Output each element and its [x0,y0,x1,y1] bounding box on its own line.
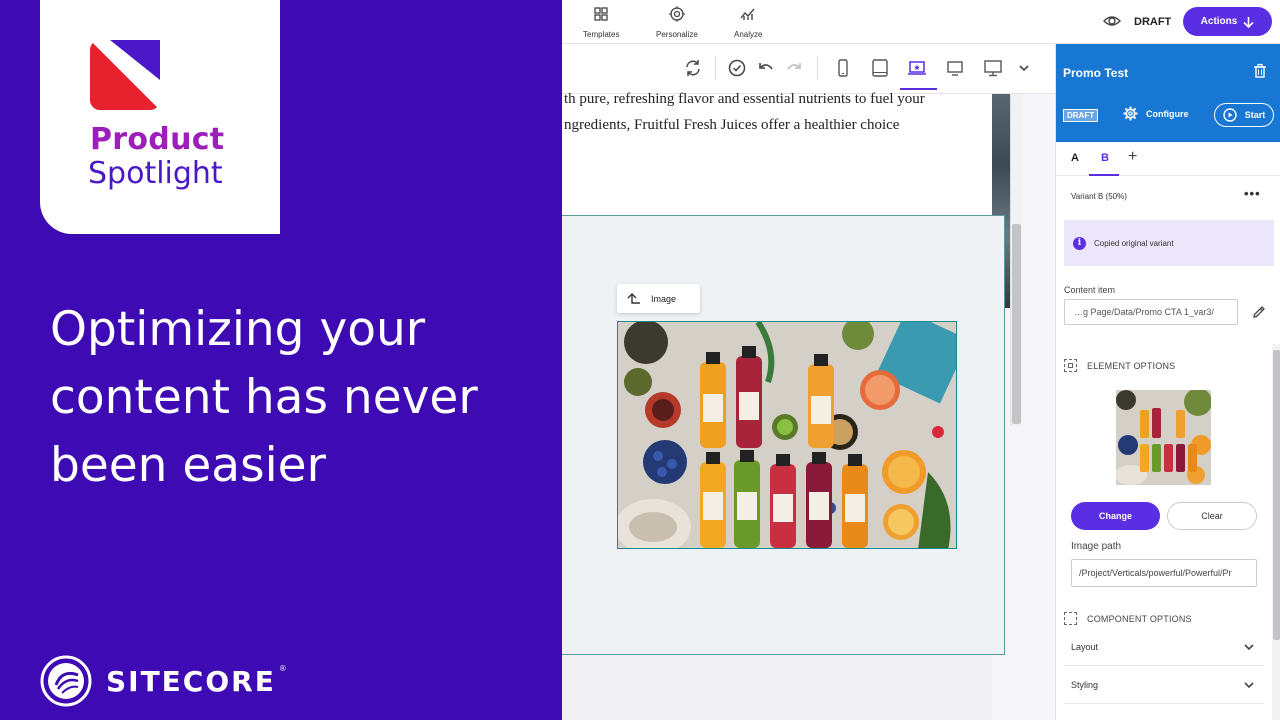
styling-accordion-label: Styling [1071,679,1099,690]
image-chip-label: Image [651,293,677,304]
personalize-icon [668,6,685,22]
page-bottom-area [562,655,992,720]
desktop-device-icon[interactable] [945,58,965,78]
select-parent-arrow-icon [627,292,640,304]
image-thumbnail [1116,390,1211,485]
component-select-icon [1064,612,1077,625]
gear-icon [1123,106,1138,121]
juice-bottles-photo [618,322,956,548]
nav-analyze-label: Analyze [734,30,763,39]
promo-panel: Product Spotlight Optimizing your conten… [0,0,562,720]
mobile-device-icon[interactable] [833,58,853,78]
body-text-line-1: th pure, refreshing flavor and essential… [564,91,925,107]
nav-personalize-label: Personalize [656,30,698,39]
trademark-symbol: ® [279,664,286,673]
toolbar-divider [817,56,818,80]
redo-icon[interactable] [784,58,804,78]
sitecore-wordmark: SITECORE [106,664,276,698]
element-select-icon [1064,359,1077,372]
content-item-field[interactable]: …g Page/Data/Promo CTA 1_var3/ [1064,299,1238,325]
active-tab-indicator [1089,174,1119,176]
toolbar-divider [715,56,716,80]
element-options-label: ELEMENT OPTIONS [1087,360,1176,371]
laptop-device-icon[interactable] [907,58,927,78]
nav-templates-label: Templates [583,30,620,39]
nav-personalize[interactable]: Personalize [656,6,698,39]
preview-eye-icon[interactable] [1103,12,1121,30]
sitecore-logo: SITECORE ® [40,654,286,708]
nav-analyze[interactable]: Analyze [734,6,762,39]
tab-variant-a[interactable]: A [1071,152,1079,164]
configure-button[interactable]: Configure [1123,106,1189,121]
content-item-label: Content item [1064,285,1116,295]
nav-templates[interactable]: Templates [583,6,619,39]
clear-image-button[interactable]: Clear [1167,502,1257,530]
add-variant-button[interactable]: + [1128,148,1137,166]
element-options-header: ELEMENT OPTIONS [1064,359,1175,372]
check-circle-icon[interactable] [727,58,747,78]
component-options-label: COMPONENT OPTIONS [1087,613,1192,624]
canvas-scrollbar-thumb[interactable] [1012,224,1021,424]
sitecore-mark-icon [40,655,92,707]
tablet-device-icon[interactable] [870,58,890,78]
arrow-down-icon [1243,16,1254,28]
panel-title: Promo Test [1063,66,1129,80]
editor-canvas: th pure, refreshing flavor and essential… [562,44,1055,720]
page-status-draft: DRAFT [1134,16,1172,28]
edit-pencil-icon[interactable] [1252,305,1266,319]
sitecore-square-logo-icon [90,40,160,110]
chevron-down-icon[interactable] [1014,58,1034,78]
start-label: Start [1244,110,1266,120]
configure-label: Configure [1146,108,1189,119]
juice-thumbnail-photo [1116,390,1211,485]
chevron-down-icon [1244,643,1254,650]
layout-accordion[interactable]: Layout [1064,628,1264,666]
promo-headline: Optimizing your content has never been e… [50,302,478,493]
body-text-line-2: ngredients, Fruitful Fresh Juices offer … [564,117,900,133]
undo-icon[interactable] [756,58,776,78]
badge-title-product: Product [90,122,225,157]
actions-button[interactable]: Actions [1183,7,1272,36]
large-monitor-icon[interactable] [983,58,1003,78]
image-parent-chip[interactable]: Image [617,284,700,313]
image-path-label: Image path [1071,541,1122,552]
actions-label: Actions [1200,16,1238,27]
start-test-button[interactable]: Start [1214,103,1274,127]
variant-label: Variant B (50%) [1071,192,1127,201]
layout-accordion-label: Layout [1071,641,1099,652]
styling-accordion[interactable]: Styling [1064,666,1264,704]
panel-header: Promo Test DRAFT Configure Start [1056,44,1280,142]
more-options-icon[interactable]: ••• [1244,186,1261,201]
component-options-header: COMPONENT OPTIONS [1064,612,1192,625]
image-path-field[interactable]: /Project/Verticals/powerful/Powerful/Pr [1071,559,1257,587]
properties-panel: Promo Test DRAFT Configure Start A B + V… [1055,44,1280,720]
info-message-text: Copied original variant [1094,238,1174,248]
test-status-badge: DRAFT [1063,109,1099,122]
analyze-icon [740,8,755,20]
tab-variant-b[interactable]: B [1101,152,1109,164]
trash-icon[interactable] [1252,63,1268,79]
info-message: i Copied original variant [1064,220,1274,266]
juice-product-image[interactable] [617,321,957,549]
panel-scrollbar-thumb[interactable] [1273,350,1280,640]
refresh-icon[interactable] [683,58,703,78]
variant-tabs: A B + [1056,142,1280,176]
info-icon: i [1073,236,1086,250]
product-spotlight-badge: Product Spotlight [40,0,280,234]
play-circle-icon [1223,108,1237,122]
chevron-down-icon [1244,681,1254,688]
templates-icon [594,7,608,21]
change-image-button[interactable]: Change [1071,502,1160,530]
badge-title-spotlight: Spotlight [88,156,223,191]
